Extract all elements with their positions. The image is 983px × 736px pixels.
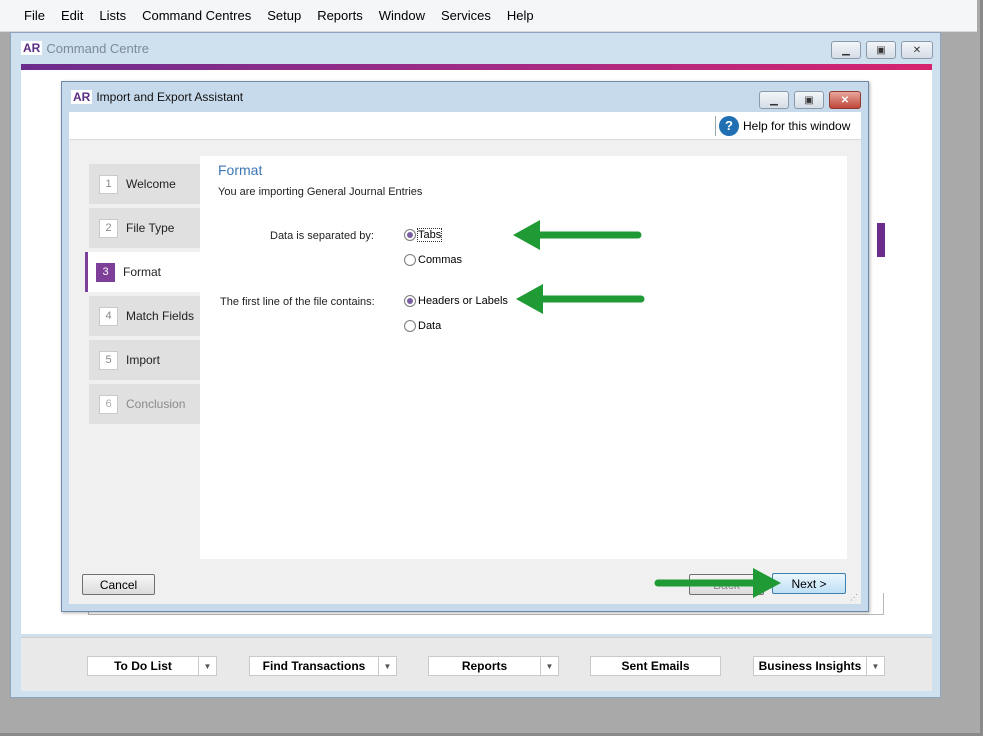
menu-file[interactable]: File — [16, 0, 53, 32]
to-do-list-label: To Do List — [114, 659, 172, 673]
reports-button[interactable]: Reports ▼ — [428, 656, 559, 676]
annotation-arrow-icon — [513, 220, 642, 250]
dialog-titlebar: AR Import and Export Assistant — [62, 82, 868, 112]
menu-command-centres[interactable]: Command Centres — [134, 0, 259, 32]
step-number: 3 — [96, 262, 115, 282]
dialog-maximize-button[interactable]: ▣ — [794, 91, 824, 109]
step-number: 5 — [99, 350, 118, 370]
dialog-body: ? Help for this window 1 Welcome 2 File … — [69, 112, 861, 604]
page-title: Format — [218, 162, 263, 178]
reports-label: Reports — [461, 659, 508, 673]
menu-window[interactable]: Window — [371, 0, 433, 32]
close-button[interactable]: ✕ — [901, 41, 933, 59]
menu-services[interactable]: Services — [433, 0, 499, 32]
maximize-icon: ▣ — [876, 44, 886, 56]
tabs-radio-label: Tabs — [416, 228, 443, 242]
help-separator — [715, 116, 716, 136]
annotation-arrow-icon — [516, 284, 645, 314]
step-conclusion: 6 Conclusion — [89, 384, 201, 424]
step-number: 2 — [99, 218, 118, 238]
step-label: Format — [123, 265, 162, 279]
step-format[interactable]: 3 Format — [85, 252, 201, 292]
minimize-icon: ▁ — [770, 94, 778, 106]
radio-icon — [404, 229, 416, 241]
background-tab-edge — [877, 223, 885, 257]
headers-radio[interactable]: Headers or Labels — [404, 295, 508, 307]
menu-lists[interactable]: Lists — [91, 0, 134, 32]
menu-help[interactable]: Help — [499, 0, 542, 32]
annotation-arrow-icon — [654, 568, 781, 598]
command-centre-title: Command Centre — [46, 40, 149, 56]
radio-icon — [404, 254, 416, 266]
step-label: Welcome — [126, 177, 176, 191]
dropdown-arrow-icon[interactable]: ▼ — [378, 657, 396, 675]
find-transactions-label: Find Transactions — [262, 659, 366, 673]
dialog-minimize-button[interactable]: ▁ — [759, 91, 789, 109]
data-radio[interactable]: Data — [404, 320, 441, 332]
maximize-button[interactable]: ▣ — [866, 41, 896, 59]
commas-radio[interactable]: Commas — [404, 254, 462, 266]
dialog-title: Import and Export Assistant — [96, 90, 244, 104]
resize-grip-icon[interactable]: ⋰ — [850, 593, 858, 602]
step-number: 1 — [99, 174, 118, 194]
minimize-button[interactable]: ▁ — [831, 41, 861, 59]
menu-bar: File Edit Lists Command Centres Setup Re… — [0, 0, 977, 32]
step-label: Import — [126, 353, 161, 367]
step-number: 4 — [99, 306, 118, 326]
import-export-dialog: AR Import and Export Assistant ▁ ▣ ✕ ? H… — [61, 81, 869, 612]
step-import[interactable]: 5 Import — [89, 340, 201, 380]
dropdown-arrow-icon[interactable]: ▼ — [866, 657, 884, 675]
dialog-close-button[interactable]: ✕ — [829, 91, 861, 109]
step-file-type[interactable]: 2 File Type — [89, 208, 201, 248]
tabs-radio[interactable]: Tabs — [404, 228, 443, 242]
help-bar: ? Help for this window — [69, 112, 861, 140]
maximize-icon: ▣ — [804, 94, 814, 106]
menu-setup[interactable]: Setup — [259, 0, 309, 32]
cancel-button[interactable]: Cancel — [82, 574, 155, 595]
step-label: Conclusion — [126, 397, 186, 411]
help-link[interactable]: Help for this window — [743, 119, 850, 133]
commas-radio-label: Commas — [418, 254, 463, 266]
radio-icon — [404, 320, 416, 332]
step-label: Match Fields — [126, 309, 195, 323]
headers-radio-label: Headers or Labels — [418, 295, 508, 307]
menu-edit[interactable]: Edit — [53, 0, 91, 32]
minimize-icon: ▁ — [842, 44, 850, 56]
find-transactions-button[interactable]: Find Transactions ▼ — [249, 656, 397, 676]
step-match-fields[interactable]: 4 Match Fields — [89, 296, 201, 336]
wizard-steps: 1 Welcome 2 File Type 3 Format 4 Match F… — [85, 164, 201, 428]
sent-emails-label: Sent Emails — [621, 659, 690, 673]
dropdown-arrow-icon[interactable]: ▼ — [540, 657, 558, 675]
app-logo: AR — [21, 41, 43, 55]
step-number: 6 — [99, 394, 118, 414]
format-panel: Format You are importing General Journal… — [200, 156, 847, 559]
help-icon[interactable]: ? — [719, 116, 739, 136]
dialog-window-controls: ▁ ▣ ✕ — [759, 91, 861, 109]
radio-icon — [404, 295, 416, 307]
command-centre-window-controls: ▁ ▣ ✕ — [831, 41, 933, 59]
step-welcome[interactable]: 1 Welcome — [89, 164, 201, 204]
business-insights-label: Business Insights — [758, 659, 862, 673]
business-insights-button[interactable]: Business Insights ▼ — [753, 656, 885, 676]
page-subtitle: You are importing General Journal Entrie… — [218, 186, 423, 198]
command-centre-titlebar: AR Command Centre — [11, 33, 940, 63]
dropdown-arrow-icon[interactable]: ▼ — [198, 657, 216, 675]
step-label: File Type — [126, 221, 175, 235]
first-line-label: The first line of the file contains: — [220, 296, 375, 308]
command-centre-toolbar: To Do List ▼ Find Transactions ▼ Reports… — [21, 637, 932, 691]
separator-label: Data is separated by: — [270, 230, 374, 242]
to-do-list-button[interactable]: To Do List ▼ — [87, 656, 217, 676]
menu-reports[interactable]: Reports — [309, 0, 371, 32]
dialog-logo: AR — [71, 90, 93, 104]
data-radio-label: Data — [418, 320, 442, 332]
close-icon: ✕ — [840, 94, 850, 106]
sent-emails-button[interactable]: Sent Emails — [590, 656, 721, 676]
application-window: File Edit Lists Command Centres Setup Re… — [0, 0, 983, 736]
close-icon: ✕ — [912, 44, 922, 56]
